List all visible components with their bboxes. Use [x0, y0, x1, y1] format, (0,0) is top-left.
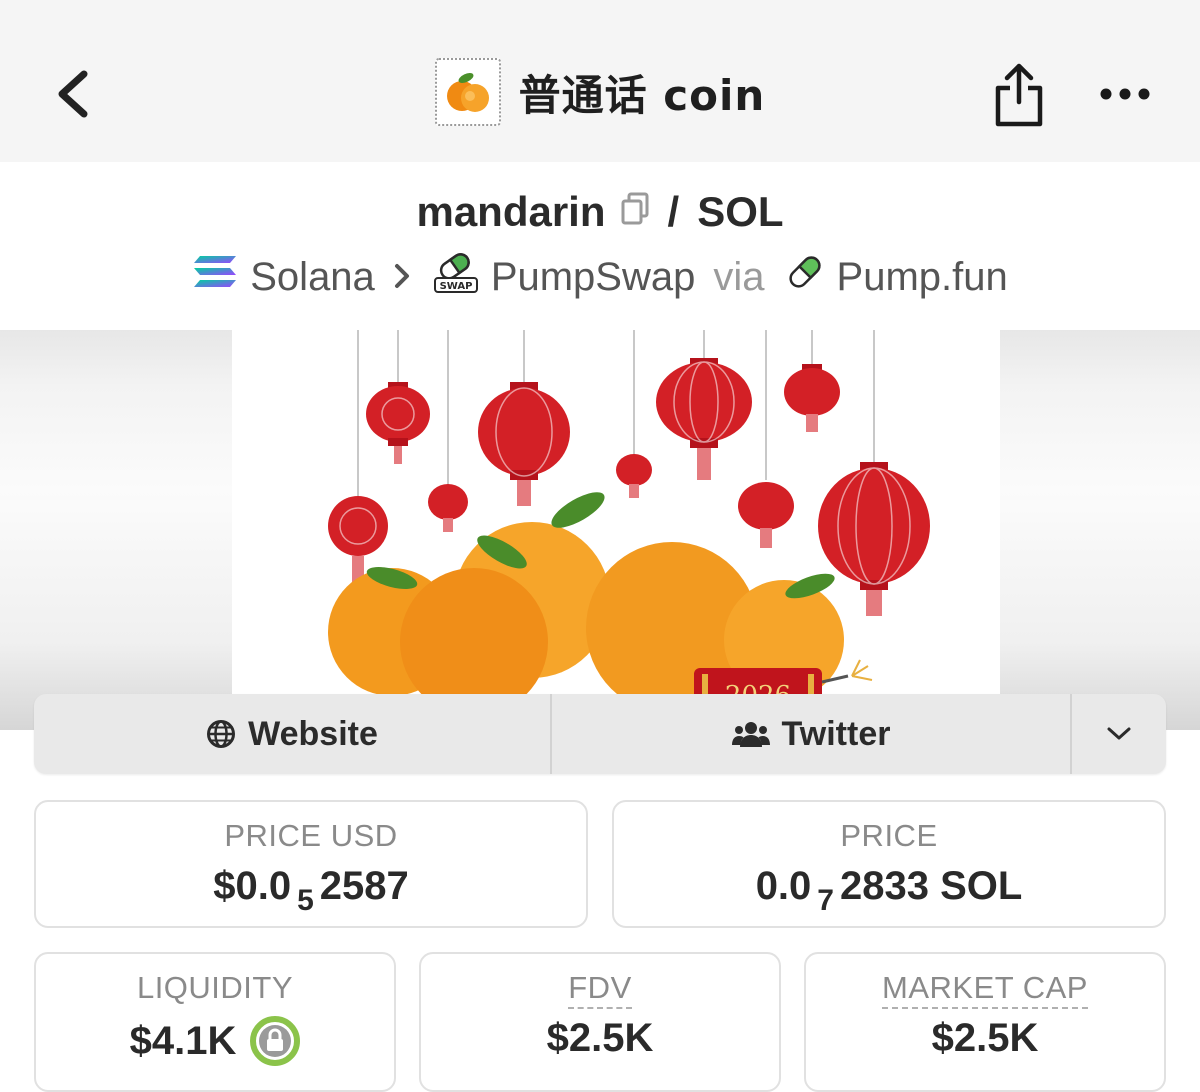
liquidity-card: LIQUIDITY $4.1K — [34, 952, 396, 1092]
liquidity-lock-icon[interactable] — [250, 1016, 301, 1066]
dex-name: PumpSwap — [490, 254, 696, 299]
pumpswap-icon: SWAP — [433, 250, 479, 304]
social-links-bar: Website Twitter — [34, 694, 1166, 774]
svg-text:SWAP: SWAP — [439, 281, 472, 292]
market-cap-label-wrap[interactable]: MARKET CAP — [806, 970, 1164, 1009]
pair-separator: / — [667, 188, 680, 235]
chain-link[interactable]: Solana — [192, 253, 375, 301]
liquidity-value: $4.1K — [129, 1018, 237, 1063]
liquidity-value-row: $4.1K — [36, 1016, 394, 1066]
token-banner: 2026 — [0, 330, 1200, 730]
price-sol-digits: 2833 SOL — [839, 864, 1023, 908]
lunar-new-year-illustration: 2026 — [328, 330, 930, 730]
chevron-down-icon — [1107, 727, 1131, 740]
fdv-label: FDV — [568, 970, 632, 1009]
price-usd-digits: 2587 — [319, 864, 409, 908]
fdv-value: $2.5K — [546, 1016, 654, 1060]
users-icon — [731, 719, 770, 749]
launchpad-link[interactable]: Pump.fun — [785, 252, 1008, 302]
pair-title: mandarin / SOL — [0, 188, 1200, 236]
twitter-button[interactable]: Twitter — [552, 694, 1072, 774]
share-button[interactable] — [992, 62, 1046, 128]
solana-icon — [192, 253, 238, 301]
price-sol-value: 0.0 7 2833 SOL — [614, 864, 1164, 917]
pair-quote-symbol: SOL — [697, 188, 784, 235]
price-sol-prefix: 0.0 — [755, 864, 812, 908]
chevron-right-icon — [393, 255, 411, 300]
price-sol-label: PRICE — [840, 818, 938, 853]
share-icon — [995, 63, 1043, 127]
price-usd-zero-count: 5 — [297, 883, 314, 917]
page-title: 普通话 coin — [518, 70, 766, 120]
launchpad-name: Pump.fun — [836, 254, 1008, 299]
twitter-label: Twitter — [781, 714, 891, 753]
chain-name: Solana — [250, 254, 375, 299]
fdv-label-wrap[interactable]: FDV — [421, 970, 779, 1009]
price-usd-label: PRICE USD — [224, 818, 398, 853]
price-usd-card: PRICE USD $0.0 5 2587 — [34, 800, 588, 928]
liquidity-label: LIQUIDITY — [136, 970, 294, 1005]
globe-icon — [206, 719, 236, 749]
market-cap-value: $2.5K — [931, 1016, 1039, 1060]
via-label: via — [713, 254, 765, 299]
website-button[interactable]: Website — [34, 694, 552, 774]
more-button[interactable] — [1098, 80, 1152, 108]
price-sol-zero-count: 7 — [817, 883, 834, 917]
fdv-card: FDV $2.5K — [419, 952, 781, 1092]
token-logo — [434, 58, 501, 126]
more-dots-icon — [1100, 88, 1150, 100]
price-sol-card: PRICE 0.0 7 2833 SOL — [612, 800, 1166, 928]
banner-image: 2026 — [232, 330, 1000, 730]
dex-link[interactable]: SWAP PumpSwap — [433, 250, 696, 304]
price-usd-value: $0.0 5 2587 — [36, 864, 586, 917]
market-cap-card: MARKET CAP $2.5K — [804, 952, 1166, 1092]
market-cap-label: MARKET CAP — [882, 970, 1088, 1009]
more-links-dropdown[interactable] — [1072, 694, 1166, 774]
chain-breadcrumb: Solana SWAP PumpSwap via Pump.fun — [0, 250, 1200, 304]
copy-icon — [621, 192, 649, 225]
mandarin-orange-icon — [446, 73, 489, 112]
price-usd-prefix: $0.0 — [213, 864, 292, 908]
top-navbar: 普通话 coin — [0, 0, 1200, 162]
pair-header: mandarin / SOL Solana SWAP PumpSwap via … — [0, 162, 1200, 330]
pumpfun-pill-icon — [785, 252, 825, 302]
copy-address-button[interactable] — [620, 188, 650, 236]
pair-base-symbol: mandarin — [416, 188, 606, 235]
website-label: Website — [248, 714, 378, 753]
